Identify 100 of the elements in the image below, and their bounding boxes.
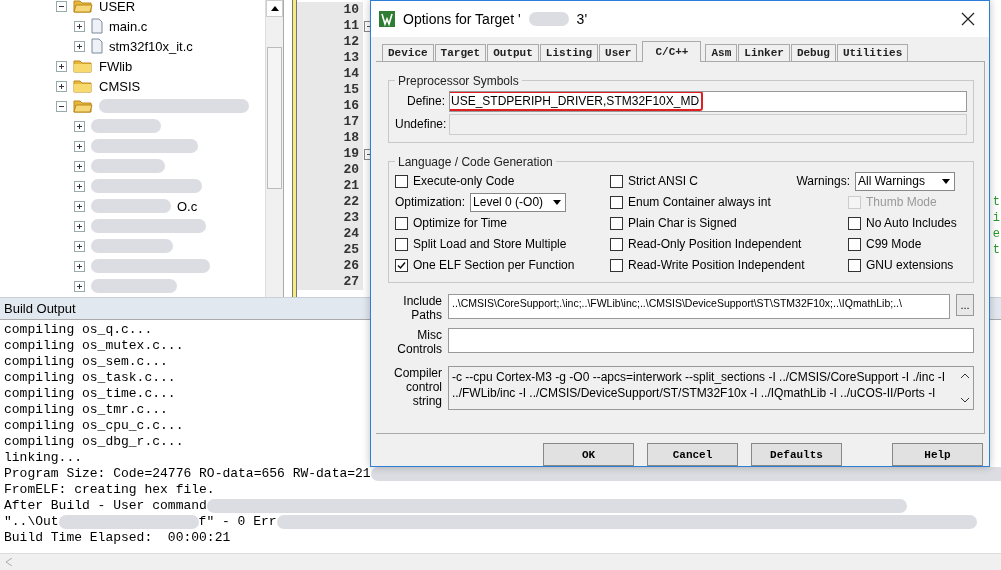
expand-toggle-icon[interactable] — [56, 80, 67, 92]
tree-item-label[interactable]: stm32f10x_it.c — [109, 38, 193, 54]
expand-toggle-icon[interactable] — [74, 200, 85, 212]
dropdown[interactable]: All Warnings — [855, 171, 955, 191]
expand-toggle-icon[interactable] — [74, 20, 85, 32]
checkbox-label: Read-Write Position Independent — [628, 258, 805, 273]
line-number: 15 — [297, 82, 363, 98]
tab[interactable]: Listing — [539, 43, 599, 61]
expand-toggle-icon[interactable] — [74, 240, 85, 252]
checkbox-label: No Auto Includes — [866, 216, 957, 231]
tree-item-label[interactable]: FWlib — [99, 58, 133, 74]
tab[interactable]: Asm — [705, 43, 738, 61]
checkbox-label: Execute-only Code — [413, 174, 515, 189]
scrollbar-thumb[interactable] — [267, 47, 282, 189]
app-icon — [379, 10, 395, 27]
tab[interactable]: C/C++ — [642, 40, 702, 62]
output-text: compiling os_mutex.c... — [4, 338, 184, 354]
line-number: 25 — [297, 242, 363, 258]
checkbox-label: Optimize for Time — [413, 216, 508, 231]
expand-toggle-icon[interactable] — [74, 280, 85, 292]
scroll-arrows-icon[interactable] — [960, 371, 970, 404]
code-text: t — [992, 243, 1001, 257]
group-title: Language / Code Generation — [397, 154, 554, 169]
tab[interactable]: Linker — [738, 43, 790, 61]
tree-item-label[interactable]: main.c — [109, 18, 148, 34]
tab[interactable]: Output — [487, 43, 539, 61]
horizontal-scrollbar[interactable] — [0, 553, 1001, 570]
field-label: Misc Controls — [396, 327, 442, 356]
tree-item-label[interactable]: O.c — [177, 198, 198, 214]
folder-icon — [73, 99, 93, 113]
tab[interactable]: User — [599, 43, 638, 61]
checkbox[interactable] — [395, 258, 408, 272]
include-paths-field[interactable]: ..\CMSIS\CoreSupport;.\inc;..\FWLib\inc;..\CMSIS\DeviceSupport\ST\STM32F10x;..\IQmathLib;..\ — [448, 293, 950, 319]
tab[interactable]: Utilities — [836, 43, 909, 61]
line-number: 14 — [297, 66, 363, 82]
code-text: e — [992, 227, 1001, 241]
checkbox-label: Strict ANSI C — [628, 174, 698, 189]
field-label: Define: — [405, 94, 445, 109]
folder-icon — [73, 79, 93, 93]
output-text: compiling os_q.c... — [4, 322, 153, 338]
define-field[interactable]: USE_STDPERIPH_DRIVER,STM32F10X_MD — [449, 90, 967, 112]
expand-toggle-icon[interactable] — [56, 100, 67, 112]
scroll-up-button[interactable] — [266, 0, 283, 17]
output-text: linking... — [4, 450, 82, 466]
dialog-button[interactable]: Defaults — [751, 443, 842, 466]
checkbox[interactable] — [848, 216, 861, 230]
expand-toggle-icon[interactable] — [74, 140, 85, 152]
line-number: 12 — [297, 34, 363, 50]
up-arrow-icon — [270, 6, 279, 11]
output-text: compiling os_dbg_r.c... — [4, 434, 184, 450]
compiler-string-field[interactable]: -c --cpu Cortex-M3 -g -O0 --apcs=interwork --split_sections -I ../CMSIS/CoreSupport -I ./inc -I ../FWLib/inc -I ../CMSIS/DeviceSupport/ST/STM32F10x -I ../IQmathLib -I ../uCOS-II/Ports -I — [448, 365, 974, 410]
checkbox-label: One ELF Section per Function — [413, 258, 575, 273]
misc-controls-field[interactable] — [448, 327, 974, 353]
checkbox-label: Split Load and Store Multiple — [413, 237, 567, 252]
expand-toggle-icon[interactable] — [74, 40, 85, 52]
output-text: compiling os_time.c... — [4, 386, 176, 402]
expand-toggle-icon[interactable] — [74, 260, 85, 272]
checkbox-label: C99 Mode — [866, 237, 922, 252]
field-label: Compiler control string — [393, 365, 442, 408]
tree-item-label[interactable]: USER — [99, 0, 136, 14]
line-number: 16 — [297, 98, 363, 114]
tree-item-label[interactable]: CMSIS — [99, 78, 141, 94]
tab[interactable]: Debug — [790, 43, 836, 61]
dropdown[interactable]: Level 0 (-O0) — [470, 192, 567, 212]
vertical-scrollbar[interactable] — [265, 0, 283, 297]
folder-icon — [73, 59, 93, 73]
checkbox-label: GNU extensions — [866, 258, 954, 273]
dialog-button[interactable]: Help — [892, 443, 983, 466]
close-icon[interactable] — [961, 11, 975, 26]
browse-button[interactable]: ... — [956, 293, 974, 316]
blurred-text — [528, 11, 569, 26]
file-icon — [91, 18, 103, 34]
line-number: 26 — [297, 258, 363, 274]
expand-toggle-icon[interactable] — [74, 220, 85, 232]
expand-toggle-icon[interactable] — [74, 160, 85, 172]
expand-toggle-icon[interactable] — [56, 60, 67, 72]
highlighted-value: USE_STDPERIPH_DRIVER,STM32F10X_MD — [450, 91, 704, 111]
checkbox[interactable] — [848, 258, 861, 272]
checkbox[interactable] — [610, 195, 623, 209]
checkbox[interactable] — [610, 258, 623, 272]
checkbox[interactable] — [395, 174, 408, 188]
checkbox[interactable] — [610, 216, 623, 230]
output-text: compiling os_task.c... — [4, 370, 176, 386]
checkbox[interactable] — [610, 237, 623, 251]
expand-toggle-icon[interactable] — [74, 120, 85, 132]
checkbox[interactable] — [848, 237, 861, 251]
line-number: 17 — [297, 114, 363, 130]
output-text: compiling os_tmr.c... — [4, 402, 168, 418]
expand-toggle-icon[interactable] — [56, 0, 67, 12]
checkbox[interactable] — [395, 216, 408, 230]
tab[interactable]: Target — [434, 43, 487, 61]
expand-toggle-icon[interactable] — [74, 180, 85, 192]
dialog-button[interactable]: Cancel — [647, 443, 738, 466]
line-number: 21 — [297, 178, 363, 194]
checkbox[interactable] — [610, 174, 623, 188]
dialog-button[interactable]: OK — [543, 443, 634, 466]
checkbox[interactable] — [395, 237, 408, 251]
group-title: Preprocessor Symbols — [397, 73, 520, 88]
tab[interactable]: Device — [382, 43, 434, 61]
undefine-field[interactable] — [449, 113, 967, 135]
